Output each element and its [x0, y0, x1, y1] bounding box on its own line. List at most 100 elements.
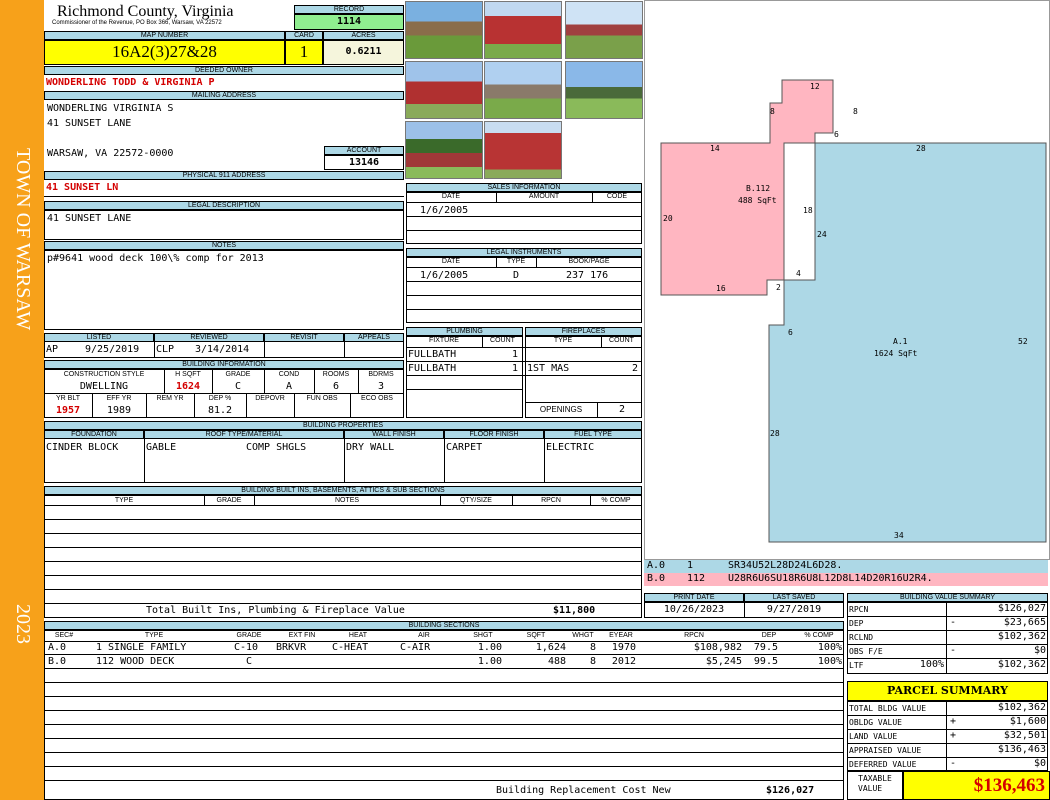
dim-label: 8	[853, 107, 858, 116]
print-date: 10/26/2023	[663, 604, 725, 615]
construction-style: DWELLING	[79, 381, 129, 392]
effective-year: 1989	[106, 405, 132, 416]
building-info-header: BUILDING INFORMATION	[44, 360, 404, 369]
print-date-header: PRINT DATE	[644, 593, 744, 602]
account-value: 13146	[348, 157, 380, 168]
builtins-total: $11,800	[553, 605, 596, 616]
listed-date: 9/25/2019	[85, 344, 140, 355]
bedrooms: 3	[377, 381, 385, 392]
sketch-code-a	[644, 560, 1048, 573]
area-b-label: B.112	[746, 184, 771, 193]
openings-value: 2	[618, 404, 625, 415]
wall-finish: DRY WALL	[346, 442, 395, 453]
instrument-type: D	[513, 270, 520, 281]
dim-label: 52	[1018, 337, 1028, 346]
mailing-line-1: WONDERLING VIRGINIA S	[47, 103, 174, 114]
property-photo-barn	[484, 121, 562, 179]
county-title: Richmond County, Virginia	[57, 3, 234, 20]
floor-plan-sketch	[660, 79, 1047, 543]
dim-label: 24	[817, 230, 827, 239]
dim-label: 2	[776, 283, 781, 292]
roof-type: GABLE	[146, 442, 177, 453]
town-label: TOWN OF WARSAW	[12, 148, 34, 331]
deeded-owner-header: DEEDED OWNER	[44, 66, 404, 75]
foundation: CINDER BLOCK	[46, 442, 119, 453]
sidebar: TOWN OF WARSAW 2023	[0, 0, 44, 800]
property-photo-house-deck	[405, 1, 483, 59]
replacement-label: Building Replacement Cost New	[496, 785, 671, 796]
dim-label: 4	[796, 269, 801, 278]
plumbing-count-1: 1	[511, 349, 518, 360]
card-value: 1	[299, 42, 309, 61]
heated-sqft: 1624	[175, 381, 201, 392]
instruments-header: LEGAL INSTRUMENTS	[406, 248, 642, 257]
dim-label: 6	[834, 130, 839, 139]
property-photo-shed-side	[405, 61, 483, 119]
dim-label: 14	[710, 144, 720, 153]
value-summary-header: BUILDING VALUE SUMMARY	[847, 593, 1048, 602]
properties-header: BUILDING PROPERTIES	[44, 421, 642, 430]
grade: C	[234, 381, 242, 392]
property-photo-house-side	[484, 61, 562, 119]
area-b-sqft: 488 SqFt	[738, 196, 777, 205]
instrument-date: 1/6/2005	[420, 270, 469, 281]
property-photo-red-shed	[484, 1, 562, 59]
notes-header: NOTES	[44, 241, 404, 250]
dim-label: 6	[788, 328, 793, 337]
last-saved-header: LAST SAVED	[744, 593, 844, 602]
year-label: 2023	[12, 604, 34, 644]
mailing-line-3: WARSAW, VA 22572-0000	[47, 148, 174, 159]
reviewed-by: CLP	[156, 344, 175, 355]
physical-address-header: PHYSICAL 911 ADDRESS	[44, 171, 404, 180]
legal-header: LEGAL DESCRIPTION	[44, 201, 404, 210]
dim-label: 8	[770, 107, 775, 116]
dim-label: 20	[663, 214, 673, 223]
builtins-header: BUILDING BUILT INS, BASEMENTS, ATTICS & …	[44, 486, 642, 495]
dim-label: 28	[770, 429, 780, 438]
card-header: CARD	[285, 31, 323, 40]
sales-header: SALES INFORMATION	[406, 183, 642, 192]
builtins-table	[44, 495, 642, 618]
commissioner-line: Commissioner of the Revenue, PO Box 366,…	[52, 20, 222, 26]
property-photo-house-back	[405, 121, 483, 179]
openings-label: OPENINGS	[539, 406, 583, 414]
owner-name: WONDERLING TODD & VIRGINIA P	[46, 77, 215, 88]
dim-label: 16	[716, 284, 726, 293]
rooms: 6	[332, 381, 340, 392]
physical-address: 41 SUNSET LN	[46, 182, 119, 193]
record-value: 1114	[336, 16, 362, 27]
map-header: MAP NUMBER	[44, 31, 285, 40]
property-photo-house-front	[565, 1, 643, 59]
notes-value: p#9641 wood deck 100\% comp for 2013	[47, 253, 264, 264]
plumbing-count-2: 1	[511, 363, 518, 374]
fuel-type: ELECTRIC	[546, 442, 595, 453]
roof-material: COMP SHGLS	[246, 442, 307, 453]
parcel-summary-header: PARCEL SUMMARY	[847, 681, 1048, 701]
legal-value: 41 SUNSET LANE	[47, 213, 132, 224]
property-photo-yard	[565, 61, 643, 119]
replacement-value: $126,027	[766, 785, 815, 796]
plumbing-fixture-2: FULLBATH	[408, 363, 457, 374]
mailing-header: MAILING ADDRESS	[44, 91, 404, 100]
condition: A	[285, 381, 293, 392]
area-a-label: A.1	[893, 337, 908, 346]
fireplace-type: 1ST MAS	[527, 363, 570, 374]
area-a-sqft: 1624 SqFt	[874, 349, 918, 358]
record-header: RECORD	[294, 5, 404, 14]
floor-finish: CARPET	[446, 442, 483, 453]
dim-label: 12	[810, 82, 820, 91]
area-a-house	[768, 142, 1047, 543]
dim-label: 18	[803, 206, 813, 215]
plumbing-fixture-1: FULLBATH	[408, 349, 457, 360]
dim-label: 28	[916, 144, 926, 153]
taxable-value: $136,463	[903, 771, 1050, 800]
sale-date: 1/6/2005	[420, 205, 469, 216]
mailing-line-2: 41 SUNSET LANE	[47, 118, 132, 129]
reviewed-date: 3/14/2014	[195, 344, 250, 355]
depreciation-pct: 81.2	[207, 405, 233, 416]
map-number: 16A2(3)27&28	[112, 42, 217, 61]
dim-label: 34	[894, 531, 904, 540]
acres-header: ACRES	[323, 31, 404, 40]
acres-value: 0.6211	[345, 46, 382, 57]
account-header: ACCOUNT	[324, 146, 404, 155]
